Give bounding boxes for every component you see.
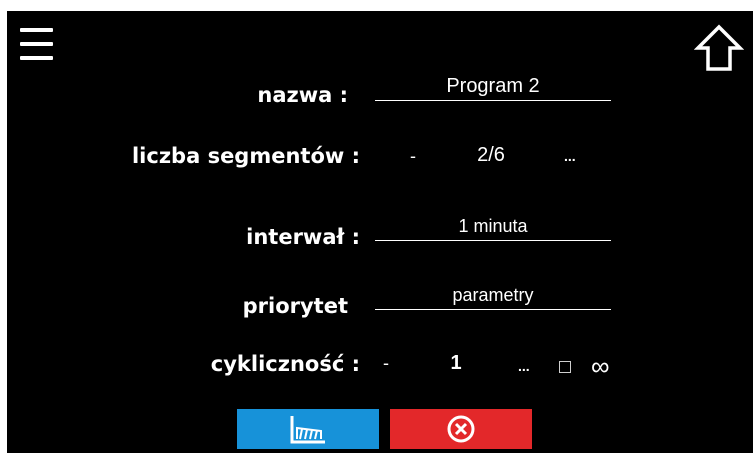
cancel-x-icon	[447, 415, 475, 443]
chart-button[interactable]	[237, 409, 379, 449]
infinity-icon: ∞	[591, 351, 610, 381]
cyclicity-decrease-button[interactable]: -	[383, 353, 389, 374]
priority-label: priorytet	[242, 294, 348, 318]
interval-label: interwał :	[246, 225, 360, 249]
infinite-cycle-checkbox[interactable]	[559, 361, 571, 373]
cyclicity-value: 1	[450, 352, 462, 374]
home-icon[interactable]	[693, 23, 745, 73]
name-label: nazwa :	[257, 83, 348, 107]
segments-decrease-button[interactable]: -	[410, 146, 416, 167]
segments-more-button[interactable]: ...	[564, 148, 576, 164]
hamburger-menu-icon[interactable]	[20, 28, 53, 62]
segments-label: liczba segmentów :	[131, 144, 360, 168]
segments-value: 2/6	[477, 144, 505, 166]
priority-field[interactable]: parametry	[375, 283, 611, 310]
cancel-button[interactable]	[390, 409, 532, 449]
interval-field[interactable]: 1 minuta	[375, 214, 611, 241]
name-field[interactable]: Program 2	[375, 74, 611, 101]
chart-icon	[290, 416, 325, 444]
controller-screen: nazwa : Program 2 liczba segmentów : - 2…	[7, 11, 753, 453]
cyclicity-more-button[interactable]: ...	[518, 358, 530, 374]
cyclicity-label: cykliczność :	[210, 352, 360, 376]
